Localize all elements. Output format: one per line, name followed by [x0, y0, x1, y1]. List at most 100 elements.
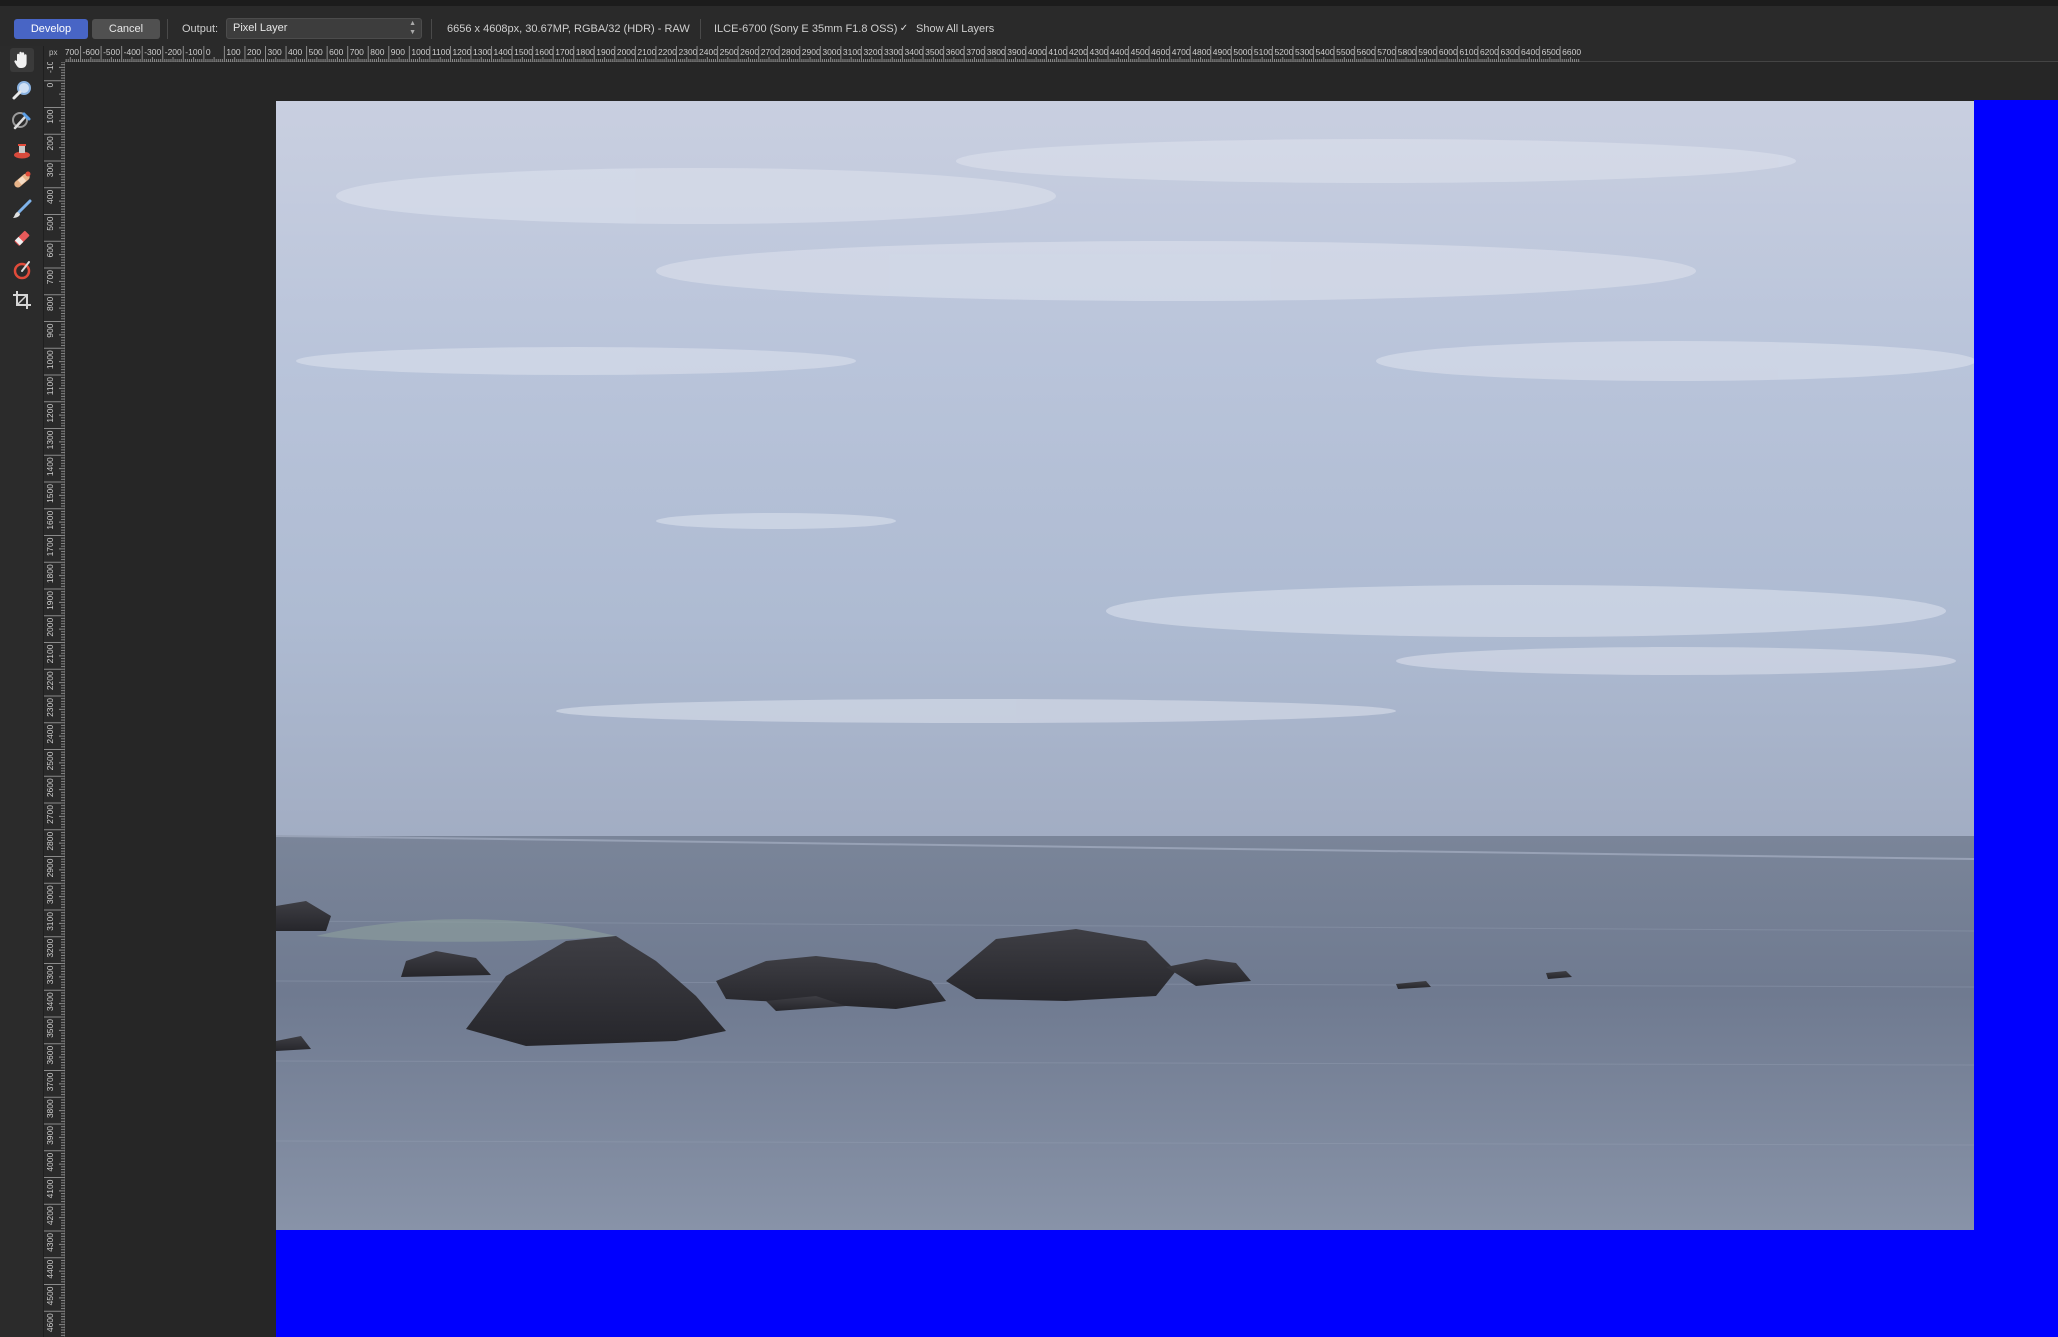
- ruler-label: 1100: [432, 47, 451, 57]
- vertical-ruler-ticks: -100 0 100 200 300 400 500 600 700 800 900 1000 1100…: [44, 62, 65, 1336]
- ruler-label: 200: [45, 136, 55, 150]
- horizontal-ruler[interactable]: -700 -600-500 -400-300 -200-100 0 100 200 300 40…: [65, 46, 2058, 62]
- hand-tool[interactable]: [10, 48, 34, 72]
- ruler-label: 2900: [45, 858, 55, 877]
- ruler-label: 3900: [45, 1126, 55, 1145]
- ruler-label: 1200: [452, 47, 471, 57]
- ruler-label: 500: [309, 47, 323, 57]
- ruler-label: 2100: [45, 644, 55, 663]
- ruler-label: 2900: [802, 47, 821, 57]
- toolbar-divider: [700, 19, 701, 39]
- canvas-overflow-bottom: [276, 1229, 2058, 1337]
- ruler-label: 6100: [1459, 47, 1478, 57]
- ruler-label: 3600: [946, 47, 965, 57]
- ruler-label: 1100: [45, 377, 55, 396]
- develop-button[interactable]: Develop: [14, 19, 88, 39]
- toolbar-divider: [431, 19, 432, 39]
- ruler-label: 700: [45, 270, 55, 284]
- ruler-label: 2300: [45, 698, 55, 717]
- ruler-label: 2100: [637, 47, 656, 57]
- ruler-label: 1200: [45, 403, 55, 422]
- ruler-label: 5300: [1295, 47, 1314, 57]
- ruler-label: 3900: [1007, 47, 1026, 57]
- zoom-tool[interactable]: [10, 78, 34, 102]
- red-eye-tool[interactable]: [10, 138, 34, 162]
- ruler-label: 1000: [45, 350, 55, 369]
- checkmark-icon: ✓: [899, 23, 909, 34]
- white-balance-tool[interactable]: [10, 108, 34, 132]
- cancel-button[interactable]: Cancel: [92, 19, 160, 39]
- ruler-label: 1900: [596, 47, 615, 57]
- ruler-label: 3700: [45, 1072, 55, 1091]
- ruler-label: 2700: [45, 805, 55, 824]
- ruler-label: 1700: [555, 47, 574, 57]
- overlay-gradient-tool[interactable]: [10, 258, 34, 282]
- ruler-label: 3600: [45, 1045, 55, 1064]
- ruler-label: 400: [288, 47, 302, 57]
- overlay-paint-tool[interactable]: [10, 198, 34, 222]
- ruler-label: -400: [124, 47, 141, 57]
- raw-photo-preview[interactable]: [276, 101, 1974, 1230]
- ruler-label: 4600: [1151, 47, 1170, 57]
- ruler-label: 4400: [45, 1259, 55, 1278]
- ruler-label: 1600: [45, 510, 55, 529]
- ruler-label: 5500: [1336, 47, 1355, 57]
- ruler-label: 200: [247, 47, 261, 57]
- image-info-text: 6656 x 4608px, 30.67MP, RGBA/32 (HDR) - …: [447, 23, 690, 35]
- ruler-label: 1300: [473, 47, 492, 57]
- toolbar-divider: [167, 19, 168, 39]
- ruler-label: 1800: [45, 564, 55, 583]
- ruler-label: 2500: [45, 751, 55, 770]
- output-select-value: Pixel Layer: [233, 22, 288, 34]
- ruler-label: 4300: [45, 1233, 55, 1252]
- blemish-removal-tool[interactable]: [10, 168, 34, 192]
- ruler-label: 4100: [1048, 47, 1067, 57]
- ruler-label: 3200: [863, 47, 882, 57]
- ruler-label: 500: [45, 216, 55, 230]
- ruler-label: 3300: [45, 965, 55, 984]
- output-select[interactable]: Pixel Layer ▲ ▼: [226, 18, 422, 39]
- ruler-label: 1000: [411, 47, 430, 57]
- output-label: Output:: [182, 23, 219, 35]
- ruler-label: 2700: [761, 47, 780, 57]
- ruler-label: 3000: [45, 885, 55, 904]
- ruler-label: 2000: [617, 47, 636, 57]
- ruler-label: 0: [45, 82, 55, 87]
- horizontal-ruler-ticks: -700 -600-500 -400-300 -200-100 0 100 200 300 40…: [65, 46, 1581, 62]
- ruler-label: 2600: [740, 47, 759, 57]
- ruler-label: 6400: [1521, 47, 1540, 57]
- ruler-label: 3100: [843, 47, 862, 57]
- ruler-unit-label: px: [44, 46, 65, 62]
- ruler-label: 400: [45, 189, 55, 203]
- show-all-layers-checkbox[interactable]: ✓: [898, 23, 910, 35]
- ruler-label: -500: [103, 47, 120, 57]
- ruler-label: 4300: [1090, 47, 1109, 57]
- ruler-label: 4600: [45, 1313, 55, 1332]
- show-all-layers-label[interactable]: Show All Layers: [916, 19, 994, 39]
- ruler-label: 6300: [1501, 47, 1520, 57]
- ruler-label: 5700: [1377, 47, 1396, 57]
- hand-icon: [14, 51, 27, 68]
- ruler-label: 1500: [45, 484, 55, 503]
- ruler-label: 4000: [1028, 47, 1047, 57]
- gradient-icon: [13, 261, 31, 280]
- overlay-erase-tool[interactable]: [10, 228, 34, 252]
- ruler-label: 5100: [1254, 47, 1273, 57]
- ruler-label: 2500: [720, 47, 739, 57]
- bandage-icon: [14, 171, 31, 188]
- ruler-label: 1400: [494, 47, 513, 57]
- ruler-label: -200: [165, 47, 182, 57]
- ruler-label: 4200: [1069, 47, 1088, 57]
- vertical-ruler[interactable]: -100 0 100 200 300 400 500 600 700 800 900 1000 1100…: [44, 62, 65, 1337]
- ruler-label: 4900: [1213, 47, 1232, 57]
- canvas-area[interactable]: [65, 63, 2058, 1337]
- ruler-label: -100: [185, 47, 202, 57]
- eyedropper-icon: [12, 112, 31, 130]
- ruler-label: 2400: [699, 47, 718, 57]
- ruler-label: 1900: [45, 591, 55, 610]
- ruler-label: 2200: [45, 671, 55, 690]
- ruler-label: 3800: [45, 1099, 55, 1118]
- crop-tool[interactable]: [10, 288, 34, 312]
- ruler-label: -700: [65, 47, 79, 57]
- ruler-label: 600: [329, 47, 343, 57]
